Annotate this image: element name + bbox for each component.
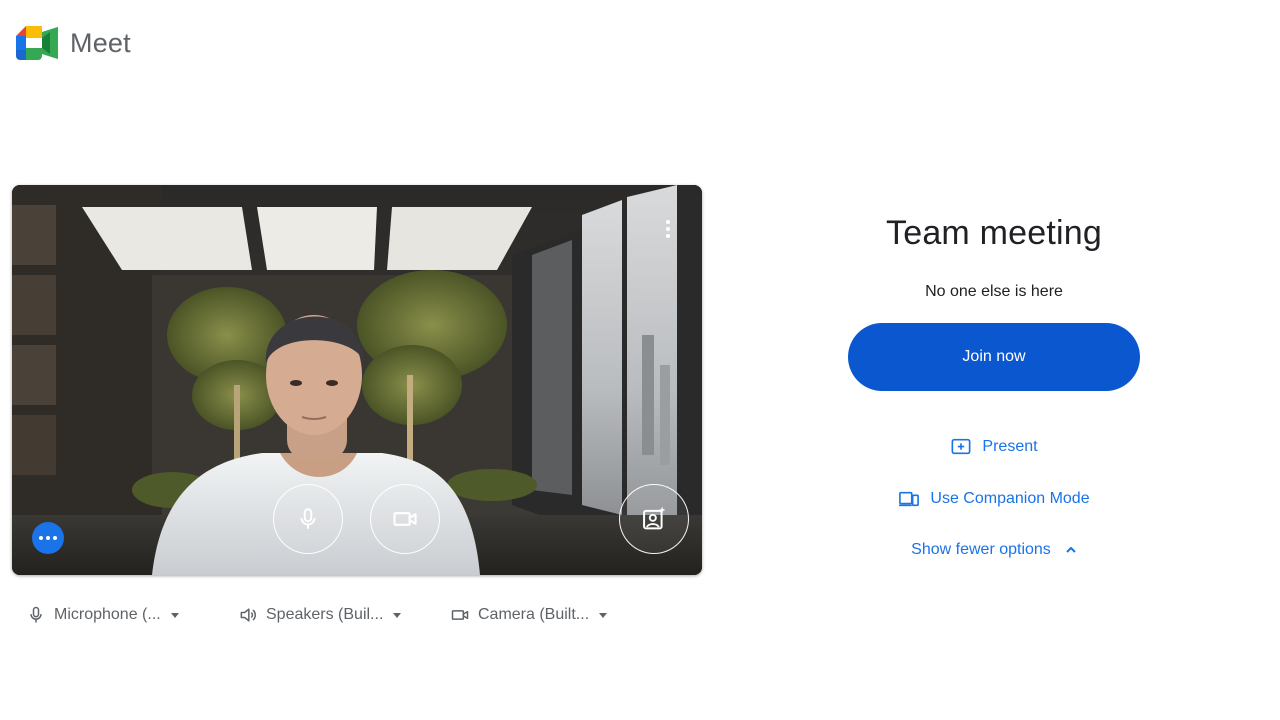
present-button[interactable]: Present xyxy=(848,437,1140,457)
caret-down-icon xyxy=(393,612,402,618)
caret-down-icon xyxy=(599,612,608,618)
companion-mode-button[interactable]: Use Companion Mode xyxy=(848,489,1140,509)
camera-preview-image xyxy=(12,185,702,575)
more-vert-icon xyxy=(666,220,670,224)
visual-effects-button[interactable] xyxy=(619,484,689,554)
present-screen-icon xyxy=(951,438,971,455)
participants-status: No one else is here xyxy=(925,283,1063,300)
companion-devices-icon xyxy=(899,491,920,507)
visual-effects-icon xyxy=(643,506,666,530)
microphone-icon xyxy=(300,508,316,529)
speakers-select[interactable]: Speakers (Buil... xyxy=(238,602,450,628)
app-name: Meet xyxy=(70,27,131,58)
toggle-camera-button[interactable] xyxy=(370,484,440,554)
show-fewer-options-button[interactable]: Show fewer options xyxy=(848,541,1140,559)
show-fewer-options-label: Show fewer options xyxy=(911,541,1051,558)
videocam-icon xyxy=(451,610,469,620)
speaker-icon xyxy=(240,608,256,622)
speakers-select-label: Speakers (Buil... xyxy=(266,606,384,623)
preview-more-options-button[interactable] xyxy=(656,215,680,243)
meet-logo[interactable]: Meet xyxy=(16,26,131,60)
self-video-preview xyxy=(12,185,702,575)
caret-down-icon xyxy=(170,612,179,618)
device-selectors: Microphone (... Speakers (Buil... Camera… xyxy=(26,602,650,628)
chevron-up-icon xyxy=(1066,546,1076,553)
toggle-microphone-button[interactable] xyxy=(273,484,343,554)
microphone-icon xyxy=(30,606,42,623)
companion-mode-label: Use Companion Mode xyxy=(930,490,1090,507)
join-now-button[interactable]: Join now xyxy=(848,323,1140,391)
google-meet-logo-icon xyxy=(16,26,58,60)
more-horiz-icon xyxy=(39,536,43,540)
meeting-title: Team meeting xyxy=(886,214,1102,252)
videocam-icon xyxy=(393,512,417,526)
present-label: Present xyxy=(982,438,1038,455)
camera-select-label: Camera (Built... xyxy=(478,606,590,623)
camera-select[interactable]: Camera (Built... xyxy=(450,602,650,628)
microphone-select[interactable]: Microphone (... xyxy=(26,602,238,628)
join-panel: Team meeting No one else is here Join no… xyxy=(848,210,1140,559)
more-options-button[interactable] xyxy=(32,522,64,554)
microphone-select-label: Microphone (... xyxy=(54,606,161,623)
